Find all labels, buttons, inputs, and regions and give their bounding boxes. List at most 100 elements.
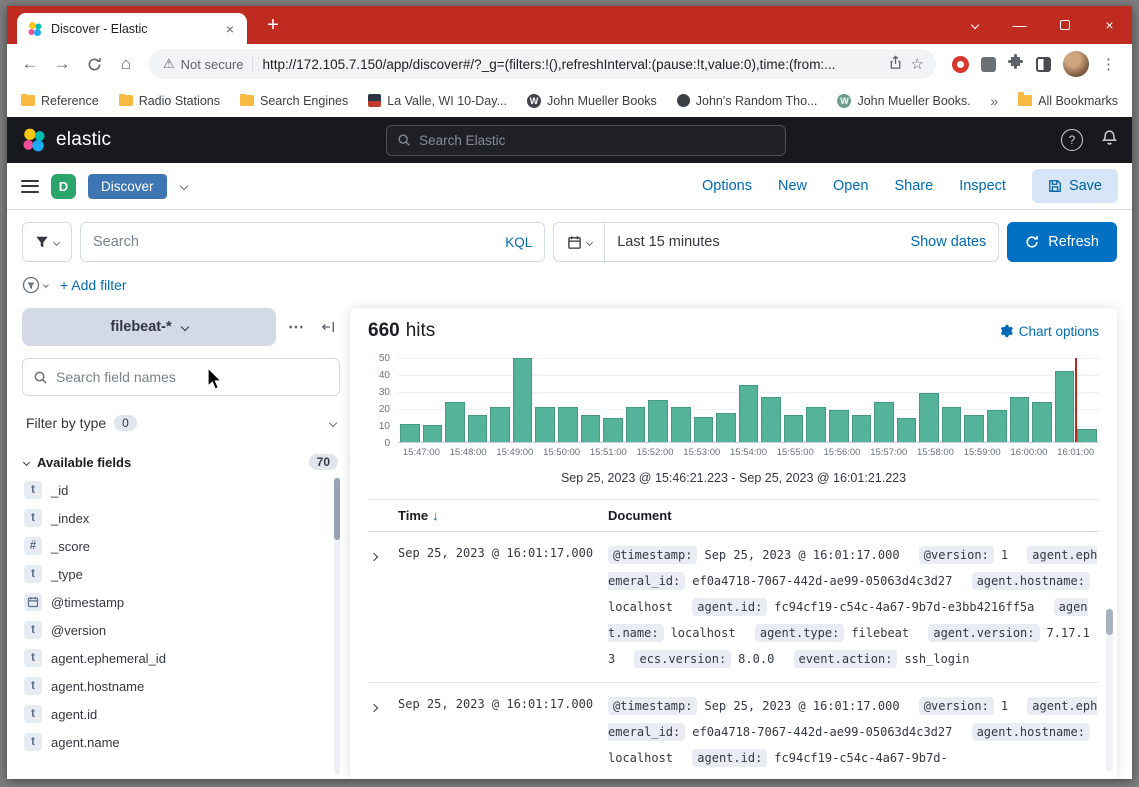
forward-icon[interactable]: →	[47, 49, 77, 79]
browser-menu-kebab-icon[interactable]: ⋮	[1101, 55, 1116, 73]
filter-by-type-toggle[interactable]: Filter by type 0	[22, 404, 340, 442]
bookmark-item[interactable]: Search Engines	[240, 94, 348, 108]
back-icon[interactable]: ←	[15, 49, 45, 79]
filter-menu-icon[interactable]	[22, 276, 48, 294]
histogram-bar[interactable]	[1032, 402, 1052, 442]
window-close-button[interactable]: ×	[1087, 6, 1132, 44]
new-link[interactable]: New	[778, 178, 807, 194]
time-range-field[interactable]: Last 15 minutes Show dates	[605, 222, 999, 262]
index-pattern-selector[interactable]: filebeat-*	[22, 308, 276, 346]
field-item[interactable]: @timestamp	[22, 588, 330, 616]
space-badge[interactable]: D	[51, 174, 76, 199]
bookmark-star-icon[interactable]: ☆	[911, 55, 924, 73]
kql-search-input[interactable]: Search KQL	[80, 222, 545, 262]
address-bar[interactable]: ⚠ Not secure http://172.105.7.150/app/di…	[149, 49, 936, 79]
histogram-bar[interactable]	[806, 407, 826, 442]
field-item[interactable]: t_id	[22, 476, 330, 504]
new-tab-button[interactable]: +	[259, 11, 287, 39]
time-column-header[interactable]: Time↓	[398, 508, 608, 523]
histogram-bar[interactable]	[400, 424, 420, 442]
url-text[interactable]: http://172.105.7.150/app/discover#/?_g=(…	[263, 57, 882, 72]
sort-down-icon[interactable]: ↓	[432, 508, 439, 523]
histogram-bar[interactable]	[784, 415, 804, 442]
extensions-puzzle-icon[interactable]	[1008, 54, 1024, 75]
window-maximize-button[interactable]	[1042, 6, 1087, 44]
home-icon[interactable]: ⌂	[111, 49, 141, 79]
date-picker-button[interactable]	[553, 222, 605, 262]
refresh-button[interactable]: Refresh	[1007, 222, 1117, 262]
field-item[interactable]: tagent.id	[22, 700, 330, 728]
histogram-bar[interactable]	[558, 407, 578, 442]
extension-photos-icon[interactable]	[981, 57, 996, 72]
collapse-sidebar-icon[interactable]	[316, 315, 340, 339]
histogram-bar[interactable]	[874, 402, 894, 442]
histogram-bar[interactable]	[423, 425, 443, 442]
all-bookmarks-button[interactable]: All Bookmarks	[1018, 94, 1118, 108]
sidebar-scrollbar[interactable]	[334, 476, 340, 775]
help-icon[interactable]: ?	[1061, 129, 1083, 151]
histogram-bar[interactable]	[942, 407, 962, 442]
extension-red-icon[interactable]	[952, 56, 969, 73]
results-scrollbar[interactable]	[1106, 608, 1113, 771]
profile-avatar[interactable]	[1063, 51, 1089, 77]
browser-tab[interactable]: Discover - Elastic ×	[17, 13, 247, 44]
scrollbar-thumb[interactable]	[1106, 609, 1113, 635]
breadcrumb[interactable]: Discover	[88, 174, 167, 199]
histogram-bar[interactable]	[761, 397, 781, 442]
hamburger-menu-icon[interactable]	[21, 180, 39, 193]
bookmark-item[interactable]: WJohn Mueller Books	[527, 94, 657, 108]
options-link[interactable]: Options	[702, 178, 752, 194]
show-dates-link[interactable]: Show dates	[910, 234, 986, 250]
histogram-bar[interactable]	[626, 407, 646, 442]
bookmarks-overflow-icon[interactable]: »	[990, 93, 998, 109]
field-item[interactable]: t@version	[22, 616, 330, 644]
share-icon[interactable]	[888, 55, 903, 73]
bookmark-item[interactable]: La Valle, WI 10-Day...	[368, 94, 507, 108]
tab-close-icon[interactable]: ×	[221, 20, 239, 38]
histogram-bar[interactable]	[535, 407, 555, 442]
add-filter-link[interactable]: + Add filter	[60, 277, 127, 293]
histogram-bar[interactable]	[648, 400, 668, 442]
histogram-bar[interactable]	[490, 407, 510, 442]
field-item[interactable]: tagent.hostname	[22, 672, 330, 700]
histogram-bar[interactable]	[1055, 371, 1075, 442]
histogram-bar[interactable]	[919, 393, 939, 442]
expand-row-button[interactable]	[368, 693, 398, 716]
share-link[interactable]: Share	[894, 178, 933, 194]
tab-search-chevron-icon[interactable]	[952, 6, 997, 44]
alerts-bell-icon[interactable]	[1101, 129, 1118, 151]
window-minimize-button[interactable]: —	[997, 6, 1042, 44]
histogram-bar[interactable]	[513, 358, 533, 442]
field-search-input[interactable]: Search field names	[22, 358, 340, 396]
query-filter-dropdown-button[interactable]	[22, 222, 72, 262]
field-item[interactable]: tagent.ephemeral_id	[22, 644, 330, 672]
bookmark-item[interactable]: Reference	[21, 94, 99, 108]
inspect-link[interactable]: Inspect	[959, 178, 1006, 194]
breadcrumb-chevron-icon[interactable]	[179, 182, 187, 190]
expand-row-button[interactable]	[368, 542, 398, 565]
histogram-bar[interactable]	[581, 415, 601, 442]
histogram-bar[interactable]	[671, 407, 691, 442]
sidebar-options-ellipsis-icon[interactable]: ⋯	[284, 315, 308, 339]
field-item[interactable]: #_score	[22, 532, 330, 560]
histogram-bar[interactable]	[852, 415, 872, 442]
histogram-bar[interactable]	[468, 415, 488, 442]
histogram-bar[interactable]	[829, 410, 849, 442]
bookmark-item[interactable]: Radio Stations	[119, 94, 220, 108]
histogram-bar[interactable]	[716, 413, 736, 442]
scrollbar-thumb[interactable]	[334, 478, 340, 540]
kql-button[interactable]: KQL	[505, 235, 532, 250]
histogram-bar[interactable]	[987, 410, 1007, 442]
chart-options-button[interactable]: Chart options	[999, 324, 1099, 339]
bookmark-item[interactable]: WJohn Mueller Books...	[837, 94, 970, 108]
histogram-bar[interactable]	[445, 402, 465, 442]
not-secure-warning-icon[interactable]: ⚠	[163, 56, 175, 72]
histogram-bar[interactable]	[694, 417, 714, 442]
field-item[interactable]: t_index	[22, 504, 330, 532]
histogram-bar[interactable]	[964, 415, 984, 442]
sidebar-toggle-icon[interactable]	[1036, 57, 1051, 72]
reload-icon[interactable]	[79, 49, 109, 79]
field-item[interactable]: t_type	[22, 560, 330, 588]
available-fields-header[interactable]: Available fields 70	[22, 454, 340, 470]
histogram-bar[interactable]	[603, 418, 623, 442]
